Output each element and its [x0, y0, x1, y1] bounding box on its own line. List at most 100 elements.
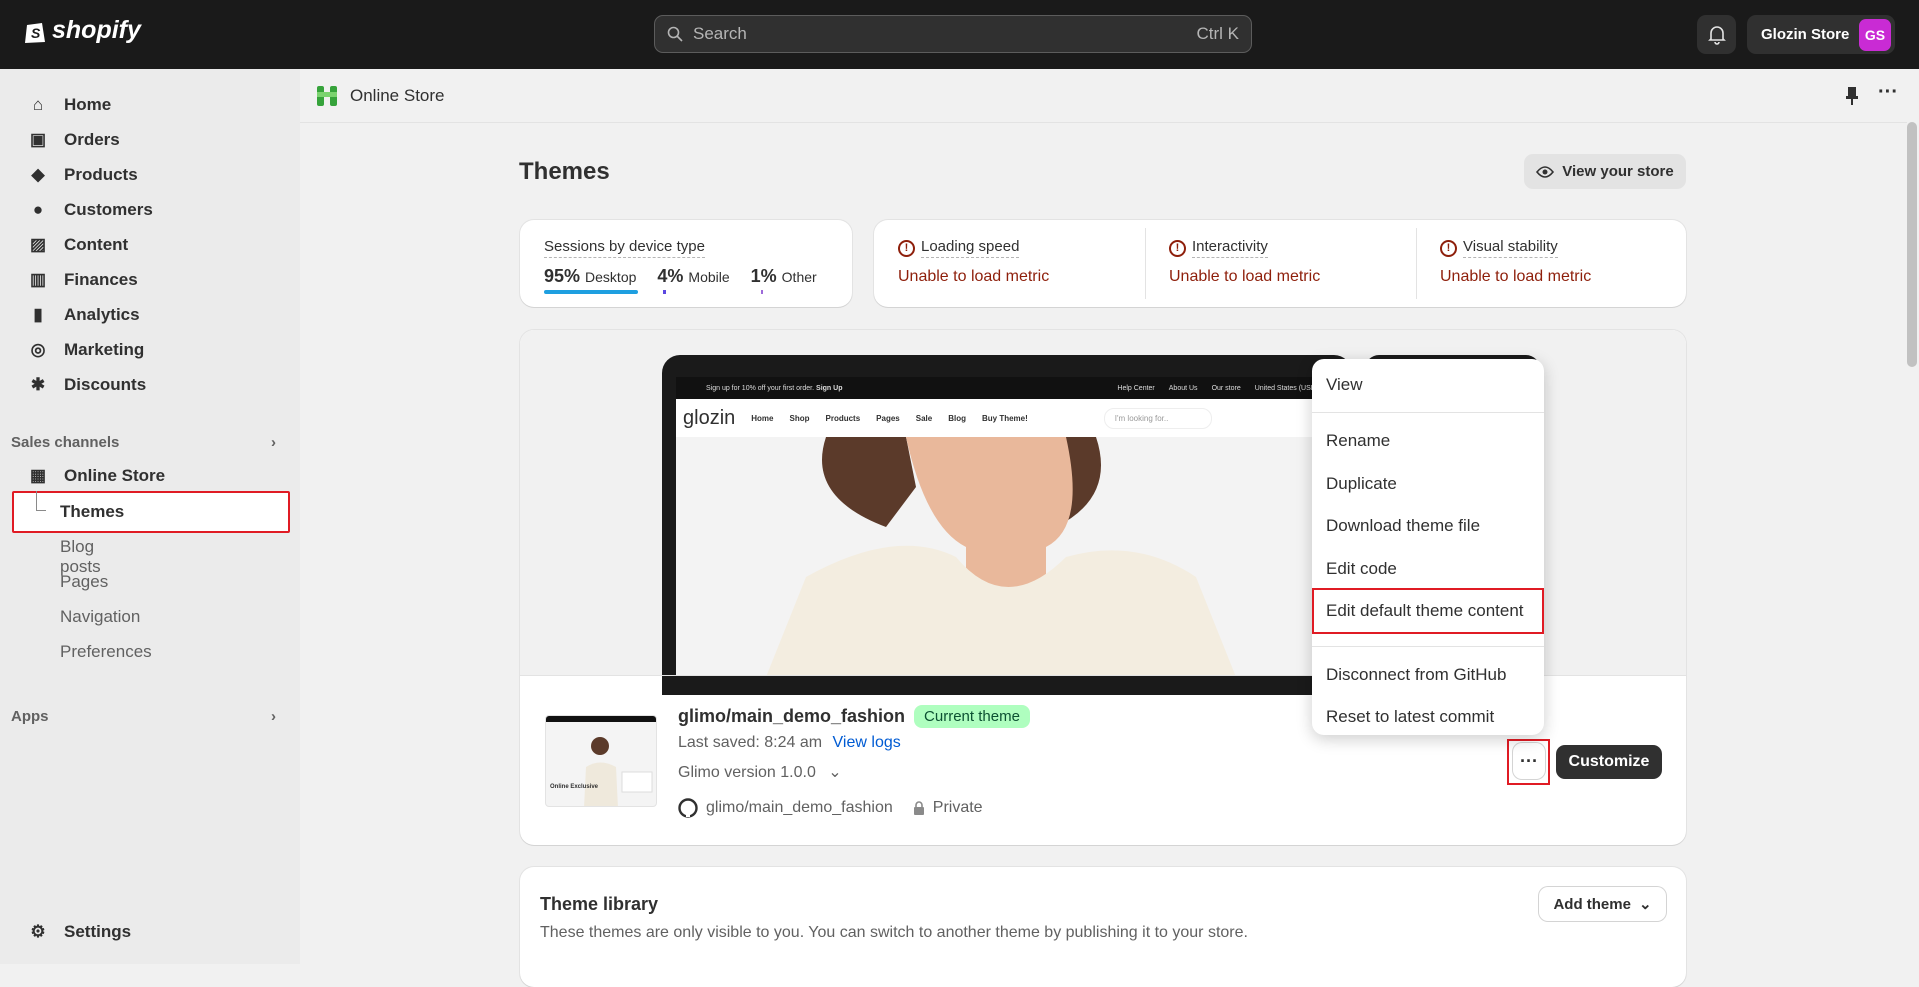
divider: [1416, 228, 1417, 299]
shopify-logo[interactable]: S shopify: [24, 16, 141, 45]
sales-channels-header[interactable]: Sales channels ›: [11, 434, 276, 451]
search-input[interactable]: Search Ctrl K: [654, 15, 1252, 53]
person-icon: ●: [32, 200, 44, 219]
chevron-right-icon: ›: [271, 708, 276, 725]
view-logs-link[interactable]: View logs: [833, 734, 901, 751]
library-description: These themes are only visible to you. Yo…: [540, 924, 1248, 941]
theme-version: Glimo version 1.0.0: [678, 764, 816, 781]
store-icon: ▦: [29, 466, 47, 485]
sessions-title[interactable]: Sessions by device type: [544, 238, 705, 258]
announcement-signup: Sign Up: [816, 384, 843, 392]
preview-link: Help Center: [1117, 384, 1155, 392]
more-actions-icon[interactable]: ···: [1878, 81, 1898, 104]
theme-library-card: Theme library These themes are only visi…: [520, 867, 1686, 987]
menu-item-disconnect-from-github[interactable]: Disconnect from GitHub: [1326, 665, 1506, 685]
logo-text: shopify: [52, 16, 141, 44]
menu-item-duplicate[interactable]: Duplicate: [1326, 474, 1397, 494]
sidebar-item-orders[interactable]: ▣ Orders: [12, 124, 290, 156]
pin-icon[interactable]: [1845, 86, 1859, 106]
inbox-icon: ▣: [29, 130, 47, 149]
shopify-bag-icon: S: [25, 22, 45, 43]
sidebar-item-label: Discounts: [64, 375, 147, 394]
sidebar-item-themes[interactable]: Themes: [12, 491, 290, 533]
gear-icon: ⚙: [30, 922, 46, 941]
theme-actions-menu: View Rename Duplicate Download theme file Ed…: [1312, 359, 1544, 735]
add-theme-label: Add theme: [1553, 895, 1631, 913]
sidebar-subitem[interactable]: Navigation: [60, 607, 140, 627]
alert-icon: !: [1440, 239, 1457, 257]
desktop-label: Desktop: [585, 269, 637, 285]
chevron-down-icon: ⌄: [1638, 896, 1652, 913]
sidebar-item-label: Analytics: [64, 305, 140, 324]
chevron-right-icon: ›: [271, 434, 276, 451]
sidebar-item-customers[interactable]: ● Customers: [12, 194, 290, 226]
apps-header[interactable]: Apps ›: [11, 708, 276, 725]
sidebar-subitem[interactable]: Blog posts: [60, 537, 101, 577]
sidebar-item-label: Settings: [64, 922, 132, 941]
mobile-pct: 4%: [657, 266, 684, 286]
sidebar-item-products[interactable]: ◆ Products: [12, 159, 290, 191]
preview-link: Our store: [1211, 384, 1241, 392]
preview-brand-logo: glozin: [683, 406, 736, 429]
sidebar-item-content[interactable]: ▨ Content: [12, 229, 290, 261]
theme-actions-button[interactable]: ···: [1513, 743, 1545, 779]
sidebar-item-label: Orders: [64, 130, 120, 149]
sidebar-subitem[interactable]: Preferences: [60, 642, 152, 662]
top-bar: S shopify Search Ctrl K Glozin Store GS: [0, 0, 1919, 69]
menu-item-reset-to-latest-commit[interactable]: Reset to latest commit: [1326, 707, 1494, 727]
search-shortcut: Ctrl K: [1196, 24, 1240, 43]
view-store-button[interactable]: View your store: [1524, 154, 1686, 189]
highlight-box: [1312, 588, 1544, 634]
section-label: Apps: [11, 708, 49, 725]
customize-button[interactable]: Customize: [1556, 745, 1662, 779]
sidebar-item-label: Finances: [64, 270, 138, 289]
preview-search: I'm looking for..: [1103, 407, 1212, 429]
search-placeholder: Search: [693, 24, 747, 43]
chevron-down-icon: ⌄: [828, 764, 842, 781]
menu-item-download-theme-file[interactable]: Download theme file: [1326, 516, 1480, 536]
version-dropdown[interactable]: Glimo version 1.0.0 ⌄: [678, 762, 842, 782]
github-icon: [678, 798, 698, 818]
avatar: GS: [1859, 18, 1891, 51]
preview-link: About Us: [1168, 384, 1198, 392]
alert-icon: !: [1169, 239, 1186, 257]
sidebar-item-settings[interactable]: ⚙ Settings: [12, 916, 290, 948]
thumbnail-text: Online Exclusive: [550, 784, 599, 790]
sidebar-item-label: Marketing: [64, 340, 145, 359]
metric-label[interactable]: Interactivity: [1192, 238, 1268, 258]
menu-item-rename[interactable]: Rename: [1326, 431, 1390, 451]
discount-icon: ✱: [30, 375, 46, 394]
menu-item-edit-code[interactable]: Edit code: [1326, 559, 1397, 579]
sidebar-item-analytics[interactable]: ▮ Analytics: [12, 299, 290, 331]
sidebar-item-label: Products: [64, 165, 138, 184]
preview-nav: Buy Theme!: [982, 413, 1028, 423]
tree-branch-icon: [36, 491, 46, 511]
sidebar-item-online-store[interactable]: ▦ Online Store: [12, 460, 290, 492]
preview-nav: Pages: [876, 413, 900, 423]
target-icon: ◎: [30, 340, 46, 359]
ellipsis-icon: ···: [1520, 750, 1538, 771]
sidebar-item-finances[interactable]: ▥ Finances: [12, 264, 290, 296]
scrollbar[interactable]: [1907, 122, 1917, 367]
sidebar-item-home[interactable]: ⌂ Home: [12, 89, 290, 121]
store-screenshot: Sign up for 10% off your first order. Sig…: [676, 377, 1336, 676]
image-icon: ▨: [29, 235, 47, 254]
metric-label[interactable]: Loading speed: [921, 238, 1020, 258]
preview-nav: Blog: [948, 413, 966, 423]
menu-item-view[interactable]: View: [1326, 375, 1363, 395]
section-label: Sales channels: [11, 434, 120, 451]
store-name: Glozin Store: [1761, 26, 1850, 43]
sidebar-subitem[interactable]: Pages: [60, 572, 108, 592]
store-menu-button[interactable]: Glozin Store GS: [1747, 15, 1895, 54]
view-store-label: View your store: [1562, 163, 1674, 180]
other-label: Other: [781, 269, 817, 285]
theme-name: glimo/main_demo_fashion: [678, 706, 906, 726]
tag-icon: ◆: [31, 165, 45, 184]
preview-nav: Shop: [789, 413, 810, 423]
sidebar-item-discounts[interactable]: ✱ Discounts: [12, 369, 290, 401]
metric-label[interactable]: Visual stability: [1463, 238, 1558, 258]
add-theme-button[interactable]: Add theme ⌄: [1539, 887, 1666, 921]
sidebar-item-marketing[interactable]: ◎ Marketing: [12, 334, 290, 366]
notifications-button[interactable]: [1697, 15, 1736, 54]
metric-value: Unable to load metric: [898, 268, 1050, 285]
